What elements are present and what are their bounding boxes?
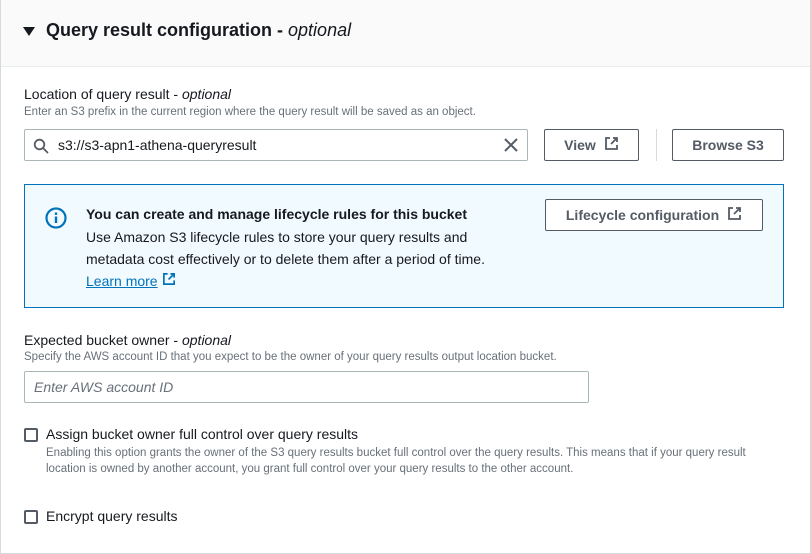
section-header[interactable]: Query result configuration - optional bbox=[1, 0, 810, 67]
info-title: You can create and manage lifecycle rule… bbox=[86, 206, 467, 222]
lifecycle-info-alert: You can create and manage lifecycle rule… bbox=[24, 184, 784, 308]
clear-icon[interactable] bbox=[503, 137, 519, 158]
info-text-line2: metadata cost effectively or to delete t… bbox=[86, 251, 485, 267]
location-input[interactable]: s3://s3-apn1-athena-queryresult bbox=[24, 129, 528, 161]
info-icon bbox=[45, 207, 67, 234]
view-button[interactable]: View bbox=[544, 129, 639, 161]
lifecycle-configuration-button[interactable]: Lifecycle configuration bbox=[545, 199, 763, 231]
info-text-line1: Use Amazon S3 lifecycle rules to store y… bbox=[86, 229, 468, 245]
button-divider bbox=[656, 129, 657, 161]
aws-account-id-input[interactable] bbox=[24, 371, 589, 403]
location-description: Enter an S3 prefix in the current region… bbox=[24, 106, 476, 118]
view-button-label: View bbox=[564, 137, 596, 153]
caret-down-icon[interactable] bbox=[23, 27, 35, 36]
external-link-icon bbox=[727, 206, 742, 224]
search-icon bbox=[33, 138, 49, 159]
location-label: Location of query result - optional bbox=[24, 86, 232, 102]
external-link-icon bbox=[604, 136, 619, 154]
full-control-checkbox[interactable] bbox=[24, 428, 38, 442]
section-title: Query result configuration - optional bbox=[46, 20, 352, 40]
location-value[interactable]: s3://s3-apn1-athena-queryresult bbox=[58, 137, 256, 153]
full-control-label[interactable]: Assign bucket owner full control over qu… bbox=[46, 426, 358, 442]
lifecycle-button-label: Lifecycle configuration bbox=[565, 207, 720, 223]
owner-label: Expected bucket owner - optional bbox=[24, 332, 232, 348]
learn-more-link[interactable]: Learn more bbox=[86, 272, 176, 289]
encrypt-checkbox[interactable] bbox=[24, 510, 38, 524]
owner-description: Specify the AWS account ID that you expe… bbox=[24, 351, 557, 363]
external-link-icon bbox=[162, 272, 176, 289]
browse-s3-button[interactable]: Browse S3 bbox=[672, 129, 784, 161]
full-control-description: Enabling this option grants the owner of… bbox=[46, 447, 746, 475]
query-result-config-panel: Query result configuration - optional Lo… bbox=[0, 0, 811, 554]
learn-more-label[interactable]: Learn more bbox=[86, 273, 158, 289]
encrypt-label[interactable]: Encrypt query results bbox=[46, 508, 178, 524]
